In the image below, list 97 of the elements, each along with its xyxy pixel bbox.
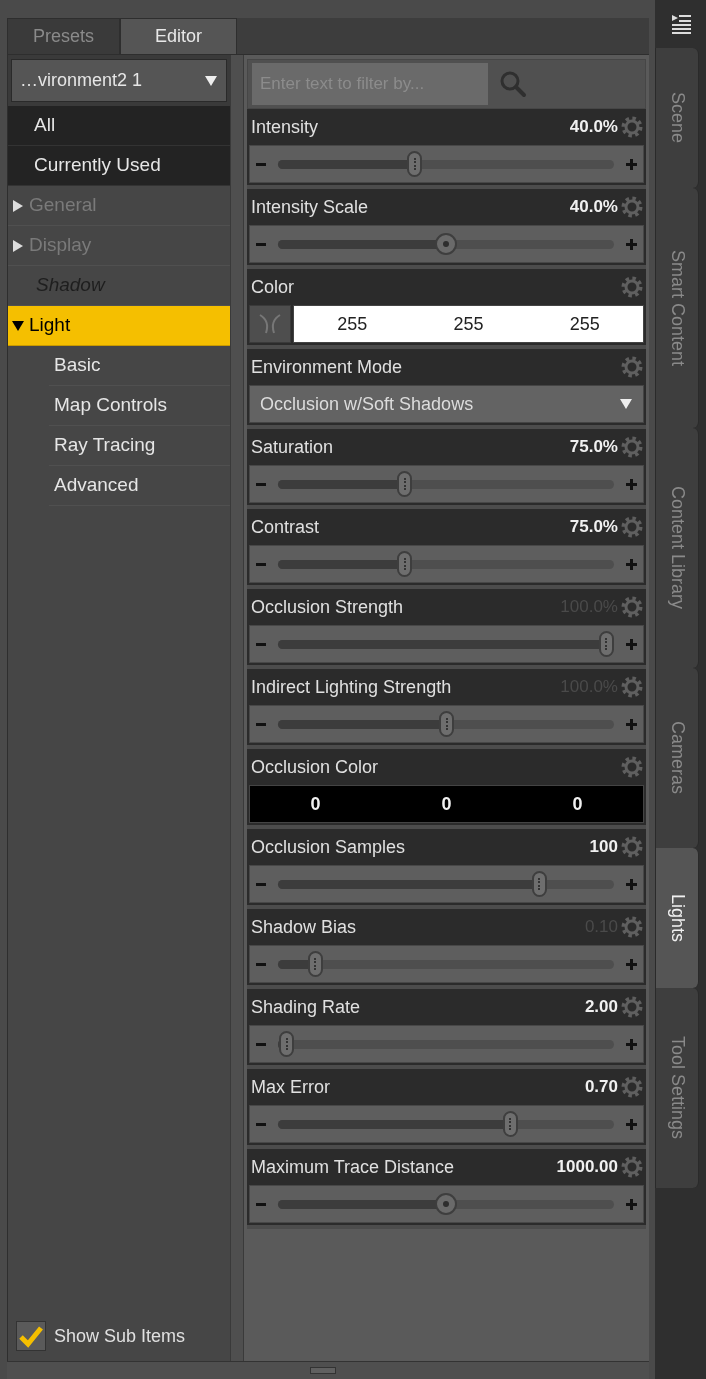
- side-tab[interactable]: Content Library: [655, 428, 699, 668]
- slider-track[interactable]: [278, 950, 614, 978]
- slider-thumb[interactable]: [435, 1193, 457, 1215]
- color-picker-button[interactable]: [249, 305, 292, 343]
- parameter-label: Saturation: [251, 435, 335, 459]
- node-dropdown[interactable]: …vironment2 1: [11, 59, 228, 102]
- parameter-label: Occlusion Color: [251, 755, 380, 779]
- gear-icon[interactable]: [620, 755, 644, 779]
- color-field[interactable]: 255 255 255: [293, 305, 644, 343]
- slider-track[interactable]: [278, 630, 614, 658]
- parameter-label: Occlusion Samples: [251, 835, 407, 859]
- parameter-label: Shadow Bias: [251, 915, 358, 939]
- gear-icon[interactable]: [620, 675, 644, 699]
- category-item[interactable]: Currently Used: [8, 146, 231, 186]
- checkbox[interactable]: [16, 1321, 46, 1351]
- plus-icon[interactable]: [626, 478, 637, 490]
- plus-icon[interactable]: [626, 1038, 637, 1050]
- plus-icon[interactable]: [626, 1118, 637, 1130]
- side-tab[interactable]: Smart Content: [655, 188, 699, 428]
- side-tab[interactable]: Scene: [655, 48, 699, 188]
- slider-thumb[interactable]: [531, 871, 547, 897]
- parameter-value: 40.0%: [569, 116, 618, 139]
- parameter-value: 75.0%: [569, 516, 618, 539]
- slider-thumb[interactable]: [503, 1111, 518, 1137]
- color-component-value: 255: [569, 312, 600, 336]
- gear-icon[interactable]: [620, 595, 644, 619]
- parameter-value: 40.0%: [569, 196, 618, 219]
- slider-thumb[interactable]: [397, 551, 413, 577]
- plus-icon[interactable]: [626, 958, 637, 970]
- parameter-value: 1000.00: [556, 1156, 618, 1179]
- slider-thumb[interactable]: [397, 471, 413, 497]
- gear-icon[interactable]: [620, 995, 644, 1019]
- slider-thumb[interactable]: [407, 151, 422, 177]
- color-component-value: 0: [310, 792, 321, 816]
- slider-thumb[interactable]: [279, 1031, 295, 1057]
- side-tab[interactable]: Cameras: [655, 668, 699, 848]
- gear-icon[interactable]: [620, 275, 644, 299]
- plus-icon[interactable]: [626, 558, 637, 570]
- plus-icon[interactable]: [626, 638, 637, 650]
- parameter-value: 2.00: [584, 996, 618, 1019]
- slider-track[interactable]: [278, 1110, 614, 1138]
- gear-icon[interactable]: [620, 515, 644, 539]
- caret-icon: [204, 73, 219, 88]
- color-field[interactable]: 0 0 0: [249, 785, 644, 823]
- gear-icon[interactable]: [620, 1155, 644, 1179]
- side-tab[interactable]: Lights: [655, 848, 699, 988]
- slider-track[interactable]: [278, 870, 614, 898]
- caret-icon: [619, 397, 633, 411]
- gear-icon[interactable]: [620, 1075, 644, 1099]
- category-item[interactable]: All: [8, 106, 231, 146]
- slider-track[interactable]: [278, 1030, 614, 1058]
- color-component-value: 255: [453, 312, 484, 336]
- parameter-label: Environment Mode: [251, 355, 404, 379]
- parameter-value: 0.70: [584, 1076, 618, 1099]
- side-tab[interactable]: Tool Settings: [655, 988, 699, 1188]
- parameter-label: Occlusion Strength: [251, 595, 405, 619]
- slider-track[interactable]: [278, 710, 614, 738]
- color-component-value: 255: [337, 312, 368, 336]
- parameter-label: Contrast: [251, 515, 321, 539]
- plus-icon[interactable]: [626, 238, 637, 250]
- tab[interactable]: Presets: [7, 18, 120, 54]
- parameter-label: Indirect Lighting Strength: [251, 675, 453, 699]
- parameter-label: Max Error: [251, 1075, 332, 1099]
- checkbox-label: Show Sub Items: [54, 1324, 186, 1348]
- gear-icon[interactable]: [620, 195, 644, 219]
- gear-icon[interactable]: [620, 435, 644, 459]
- parameter-value: 100: [589, 836, 618, 859]
- plus-icon[interactable]: [626, 1198, 637, 1210]
- parameter-value: 75.0%: [569, 436, 618, 459]
- slider-track[interactable]: [278, 470, 614, 498]
- resize-handle[interactable]: [310, 1367, 336, 1374]
- parameter-label: Color: [251, 275, 296, 299]
- check-icon: [18, 1324, 44, 1348]
- search-icon[interactable]: [498, 69, 529, 99]
- splitter[interactable]: [230, 55, 245, 1361]
- slider-track[interactable]: [278, 150, 614, 178]
- tab[interactable]: Editor: [120, 18, 237, 54]
- plus-icon[interactable]: [626, 158, 637, 170]
- color-component-value: 0: [572, 792, 583, 816]
- parameter-label: Maximum Trace Distance: [251, 1155, 456, 1179]
- parameter-label: Intensity: [251, 115, 320, 139]
- color-component-value: 0: [441, 792, 452, 816]
- slider-thumb[interactable]: [439, 711, 454, 737]
- category-item[interactable]: Light: [8, 306, 231, 346]
- gear-icon[interactable]: [620, 115, 644, 139]
- gear-icon[interactable]: [620, 915, 644, 939]
- slider-thumb[interactable]: [599, 631, 614, 657]
- plus-icon[interactable]: [626, 878, 637, 890]
- slider-track[interactable]: [278, 550, 614, 578]
- plus-icon[interactable]: [626, 718, 637, 730]
- parameter-label: Shading Rate: [251, 995, 362, 1019]
- parameter-label: Intensity Scale: [251, 195, 370, 219]
- slider-thumb[interactable]: [307, 951, 323, 977]
- mode-dropdown[interactable]: Occlusion w/Soft Shadows: [249, 385, 644, 423]
- gear-icon[interactable]: [620, 835, 644, 859]
- gear-icon[interactable]: [620, 355, 644, 379]
- slider-thumb[interactable]: [435, 233, 457, 255]
